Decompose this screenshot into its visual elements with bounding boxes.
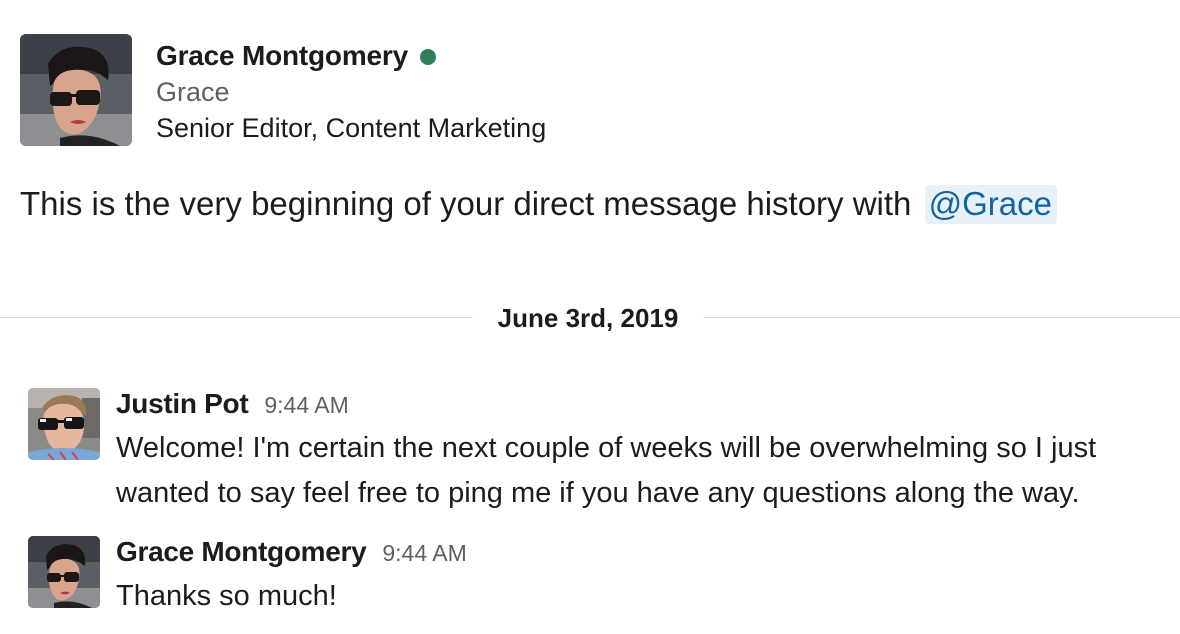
message-item[interactable]: Grace Montgomery 9:44 AM Thanks so much!	[28, 536, 1156, 619]
message-body: Justin Pot 9:44 AM Welcome! I'm certain …	[116, 388, 1156, 516]
message-header: Grace Montgomery 9:44 AM	[116, 536, 1156, 572]
intro-text: This is the very beginning of your direc…	[20, 185, 912, 222]
message-text: Welcome! I'm certain the next couple of …	[116, 432, 1097, 509]
date-divider: June 3rd, 2019	[0, 298, 1180, 338]
profile-title: Senior Editor, Content Marketing	[156, 113, 547, 143]
profile-display-name: Grace	[156, 77, 230, 107]
profile-info: Grace Montgomery Grace Senior Editor, Co…	[156, 38, 546, 146]
message-header: Justin Pot 9:44 AM	[116, 388, 1156, 424]
presence-active-icon	[419, 49, 436, 65]
message-author[interactable]: Justin Pot	[116, 388, 249, 420]
date-divider-label[interactable]: June 3rd, 2019	[473, 298, 703, 338]
dm-intro-text: This is the very beginning of your direc…	[20, 180, 1057, 228]
message-text: Thanks so much!	[116, 580, 337, 612]
avatar-grace-montgomery[interactable]	[20, 34, 132, 146]
message-author[interactable]: Grace Montgomery	[116, 536, 367, 568]
message-item[interactable]: Justin Pot 9:44 AM Welcome! I'm certain …	[28, 388, 1156, 516]
profile-name-row: Grace Montgomery	[156, 38, 546, 74]
profile-full-name[interactable]: Grace Montgomery	[156, 40, 408, 72]
avatar-justin-pot[interactable]	[28, 388, 100, 460]
message-timestamp[interactable]: 9:44 AM	[264, 392, 348, 419]
avatar-grace-montgomery[interactable]	[28, 536, 100, 608]
mention-link[interactable]: @Grace	[924, 185, 1057, 224]
message-body: Grace Montgomery 9:44 AM Thanks so much!	[116, 536, 1156, 619]
dm-profile-header: Grace Montgomery Grace Senior Editor, Co…	[20, 34, 546, 146]
message-timestamp[interactable]: 9:44 AM	[382, 540, 466, 567]
